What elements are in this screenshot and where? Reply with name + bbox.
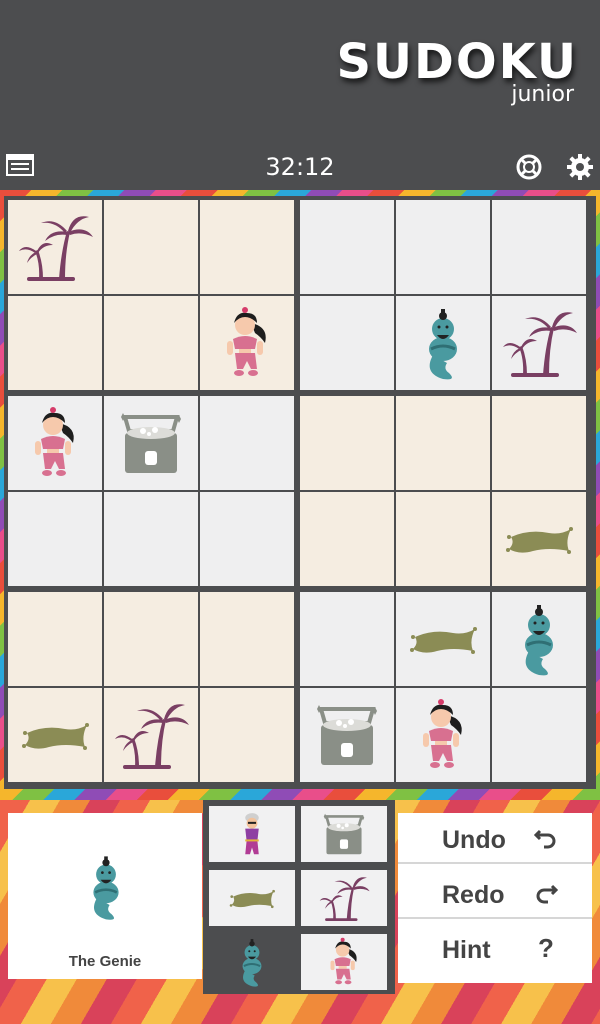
hint-label: Hint [442,936,491,964]
carpet-icon [410,627,477,654]
board-cell[interactable] [200,396,294,490]
board-cell[interactable] [8,396,102,490]
board-cell[interactable] [300,200,394,294]
chest-icon [317,705,377,765]
board-cell[interactable] [396,492,490,586]
selected-piece-figure [70,823,142,956]
app-logo-subtitle: junior [511,82,574,107]
selected-piece-name: The Genie [68,953,142,970]
palette-princess[interactable] [301,934,387,990]
genie-icon [525,605,553,676]
palette-carpet[interactable] [209,870,295,926]
aladdin-icon [245,813,259,855]
redo-icon [536,884,558,904]
palette-aladdin[interactable] [209,806,295,862]
chest-icon [323,813,365,855]
undo-icon [534,829,556,849]
palette-genie[interactable] [209,934,295,990]
board-cell[interactable] [492,396,586,490]
board-cell[interactable] [300,296,394,390]
carpet-icon [506,527,573,554]
board-cell[interactable] [104,200,198,294]
board-cell[interactable] [492,296,586,390]
selected-piece-panel: The Genie [8,813,202,979]
question-icon: ? [538,933,554,963]
board-cell[interactable] [492,492,586,586]
board-cell[interactable] [492,200,586,294]
chest-icon [121,413,181,473]
sudoku-board [4,196,596,789]
redo-label: Redo [442,881,505,909]
princess-icon [227,307,266,376]
board-cell[interactable] [200,296,294,390]
board-cell[interactable] [396,296,490,390]
palm-icon [319,877,370,921]
board-cell[interactable] [104,296,198,390]
palm-icon [19,216,93,281]
board-cell[interactable] [300,592,394,686]
board-cell[interactable] [492,592,586,686]
board-cell[interactable] [8,492,102,586]
palette-palm[interactable] [301,870,387,926]
board-cell[interactable] [300,688,394,782]
board-cell[interactable] [300,492,394,586]
redo-button[interactable]: Redo [398,868,592,919]
board-cell[interactable] [200,688,294,782]
genie-icon [242,939,262,987]
princess-icon [35,407,74,476]
undo-label: Undo [442,826,506,854]
board-cell[interactable] [104,492,198,586]
board-cell[interactable] [200,200,294,294]
hint-button[interactable]: Hint ? [398,923,592,974]
palm-icon [503,312,577,377]
princess-icon [330,937,357,985]
board-cell[interactable] [8,296,102,390]
undo-button[interactable]: Undo [398,813,592,864]
board-cell[interactable] [396,688,490,782]
genie-icon [429,309,457,380]
palm-icon [115,704,189,769]
genie-icon [93,856,119,920]
board-cell[interactable] [104,688,198,782]
game-timer: 32:12 [265,153,335,181]
board-cell[interactable] [8,688,102,782]
header: SUDOKU junior 32:12 [0,0,600,190]
board-cell[interactable] [104,592,198,686]
board-cell[interactable] [396,592,490,686]
board-cell[interactable] [104,396,198,490]
carpet-icon [229,889,275,909]
palette-chest[interactable] [301,806,387,862]
board-cell[interactable] [8,592,102,686]
action-panel: Undo Redo Hint ? [398,813,592,983]
piece-palette [203,800,395,994]
princess-icon [423,699,462,768]
board-cell[interactable] [300,396,394,490]
carpet-icon [22,723,89,750]
board-cell[interactable] [8,200,102,294]
board-cell[interactable] [200,492,294,586]
board-cell[interactable] [200,592,294,686]
lifebuoy-icon[interactable] [515,153,543,181]
board-cell[interactable] [396,200,490,294]
gear-icon[interactable] [566,153,594,181]
board-cell[interactable] [492,688,586,782]
board-cell[interactable] [396,396,490,490]
